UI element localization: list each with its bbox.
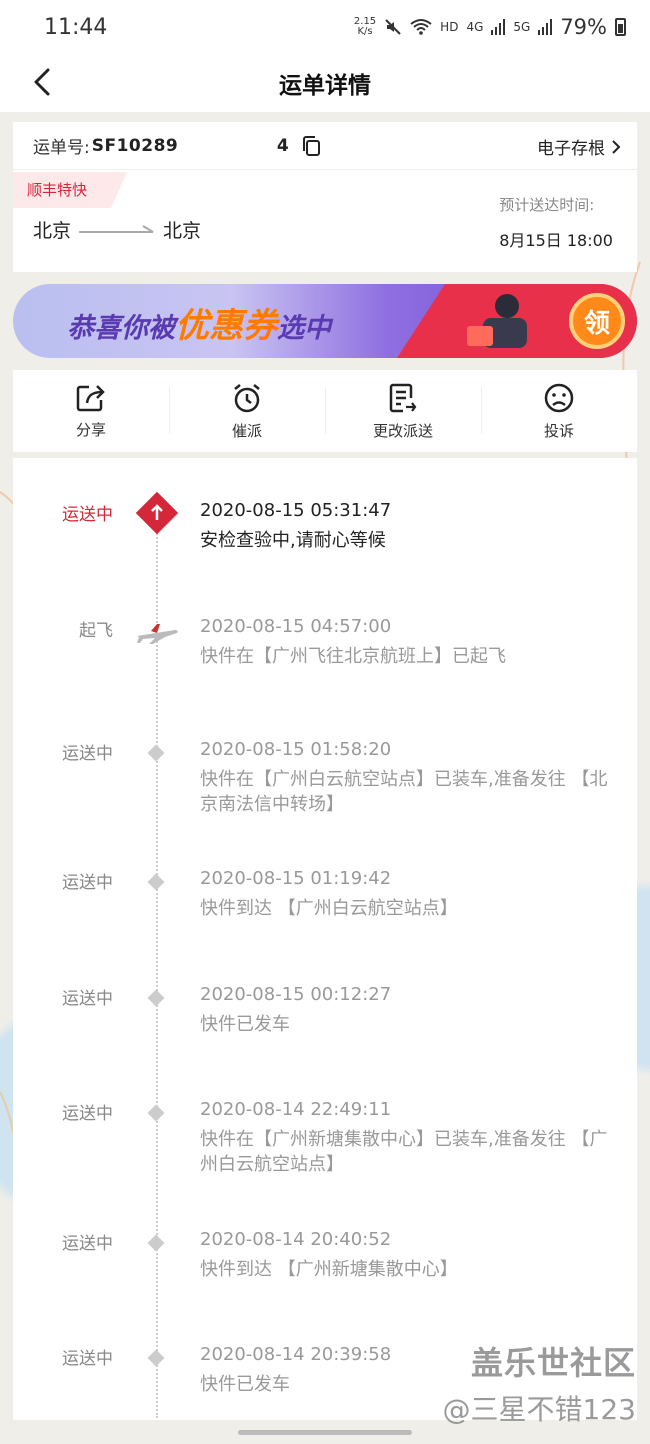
timeline-status: 运送中 <box>62 989 113 1009</box>
back-button[interactable] <box>24 64 60 100</box>
courier-illustration-icon <box>467 294 527 348</box>
urge-delivery-label: 催派 <box>231 421 262 440</box>
page-title: 运单详情 <box>279 73 371 99</box>
claim-coupon-button[interactable]: 领 <box>569 293 625 349</box>
service-tag: 顺丰特快 <box>13 172 127 208</box>
coupon-banner[interactable]: 恭喜你被优惠券选中 领 <box>13 284 637 358</box>
timeline-time: 2020-08-15 01:58:20 <box>200 739 392 760</box>
eta-value: 8月15日 18:00 <box>499 231 613 250</box>
net-speed-unit: K/s <box>357 26 373 37</box>
action-bar: 分享 催派 更改派送 投诉 <box>13 370 637 452</box>
share-action[interactable]: 分享 <box>13 370 169 452</box>
banner-text-pre: 恭喜你被 <box>67 313 175 344</box>
share-label: 分享 <box>75 420 106 439</box>
timeline-status: 运送中 <box>62 1104 113 1124</box>
back-arrow-icon <box>34 68 50 96</box>
electronic-stub-label: 电子存根 <box>537 139 605 159</box>
timeline-desc: 快件到达 【广州新塘集散中心】 <box>200 1259 458 1280</box>
timeline-time: 2020-08-14 20:40:52 <box>200 1229 392 1250</box>
timeline-connector <box>156 518 158 1418</box>
urge-delivery-action[interactable]: 催派 <box>169 370 325 452</box>
timeline-desc: 快件到达 【广州白云航空站点】 <box>200 898 458 919</box>
diamond-icon <box>147 873 165 891</box>
timeline-desc: 快件在【广州飞往北京航班上】已起飞 <box>200 646 506 667</box>
timeline-time: 2020-08-15 04:57:00 <box>200 616 392 637</box>
home-indicator[interactable] <box>238 1430 412 1435</box>
timeline-desc: 快件在【广州白云航空站点】已装车,准备发往 【北京南法信中转场】 <box>200 769 608 815</box>
banner-text-post: 选中 <box>277 313 331 344</box>
timeline-status: 运送中 <box>62 1234 113 1254</box>
waybill-card: 运单号: SF10289 4 电子存根 顺丰特快 北京 北京 预计送达时间: 8… <box>13 122 637 272</box>
alarm-clock-icon <box>234 383 260 412</box>
banner-text: 恭喜你被优惠券选中 <box>67 298 331 347</box>
nav-header: 运单详情 <box>0 54 650 112</box>
timeline-status: 运送中 <box>62 505 113 525</box>
timeline-status: 运送中 <box>62 1349 113 1369</box>
eta-label: 预计送达时间: <box>499 196 595 214</box>
signal-bars-icon <box>538 19 553 35</box>
route-destination: 北京 <box>163 220 202 242</box>
electronic-stub-link[interactable]: 电子存根 <box>537 134 621 159</box>
tracking-timeline: 运送中 2020-08-15 05:31:47 安检查验中,请耐心等候 起飞 2… <box>13 458 637 1420</box>
timeline-desc: 快件已发车 <box>200 1014 290 1035</box>
wifi-icon <box>410 19 432 35</box>
copy-icon[interactable] <box>301 135 321 157</box>
hd-indicator: HD <box>440 20 459 34</box>
diamond-icon <box>147 744 165 762</box>
airplane-icon <box>137 624 178 644</box>
status-time: 11:44 <box>44 14 108 40</box>
timeline-time: 2020-08-15 05:31:47 <box>200 500 392 521</box>
diamond-icon <box>147 1234 165 1252</box>
battery-icon <box>615 18 626 36</box>
change-delivery-label: 更改派送 <box>372 421 433 440</box>
eta-block: 预计送达时间: 8月15日 18:00 <box>499 194 613 251</box>
diamond-icon <box>147 1349 165 1367</box>
signal-4g-label: 4G <box>466 20 484 34</box>
diamond-icon <box>147 1104 165 1122</box>
timeline-status: 运送中 <box>62 873 113 893</box>
route-arrow-icon <box>79 224 154 233</box>
waybill-number: SF10289 4 <box>91 135 290 156</box>
timeline-status: 起飞 <box>79 621 113 641</box>
share-icon <box>76 384 105 411</box>
signal-5g-label: 5G <box>513 20 531 34</box>
network-speed: 2.15 K/s <box>354 17 376 37</box>
timeline-time: 2020-08-14 20:39:58 <box>200 1344 392 1365</box>
complaint-face-icon <box>544 383 574 412</box>
status-bar: 11:44 2.15 K/s HD 4G 5G 79% <box>0 0 650 54</box>
banner-text-highlight: 优惠券 <box>175 306 277 346</box>
watermark-title: 盖乐世社区 <box>470 1344 636 1382</box>
timeline-status: 运送中 <box>62 744 113 764</box>
complaint-action[interactable]: 投诉 <box>481 370 637 452</box>
chevron-right-icon <box>612 139 621 154</box>
timeline-time: 2020-08-15 00:12:27 <box>200 984 392 1005</box>
signal-bars-icon <box>491 19 506 35</box>
waybill-number-label: 运单号: <box>33 138 90 158</box>
timeline-time: 2020-08-15 01:19:42 <box>200 868 392 889</box>
status-indicators: 2.15 K/s HD 4G 5G 79% <box>354 15 626 39</box>
timeline-desc: 安检查验中,请耐心等候 <box>200 530 386 551</box>
timeline-time: 2020-08-14 22:49:11 <box>200 1099 392 1120</box>
waybill-number-row: 运单号: SF10289 4 电子存根 <box>13 122 637 170</box>
timeline-desc: 快件在【广州新塘集散中心】已装车,准备发往 【广州白云航空站点】 <box>200 1129 608 1175</box>
change-delivery-action[interactable]: 更改派送 <box>325 370 481 452</box>
mute-icon <box>385 19 401 35</box>
diamond-icon <box>147 989 165 1007</box>
route-origin: 北京 <box>33 220 72 242</box>
battery-percent: 79% <box>560 15 607 39</box>
watermark-handle: @三星不错123 <box>442 1393 636 1426</box>
route: 北京 北京 <box>33 216 201 243</box>
complaint-label: 投诉 <box>543 421 574 440</box>
edit-delivery-icon <box>389 383 417 412</box>
up-arrow-diamond-icon <box>135 491 179 535</box>
